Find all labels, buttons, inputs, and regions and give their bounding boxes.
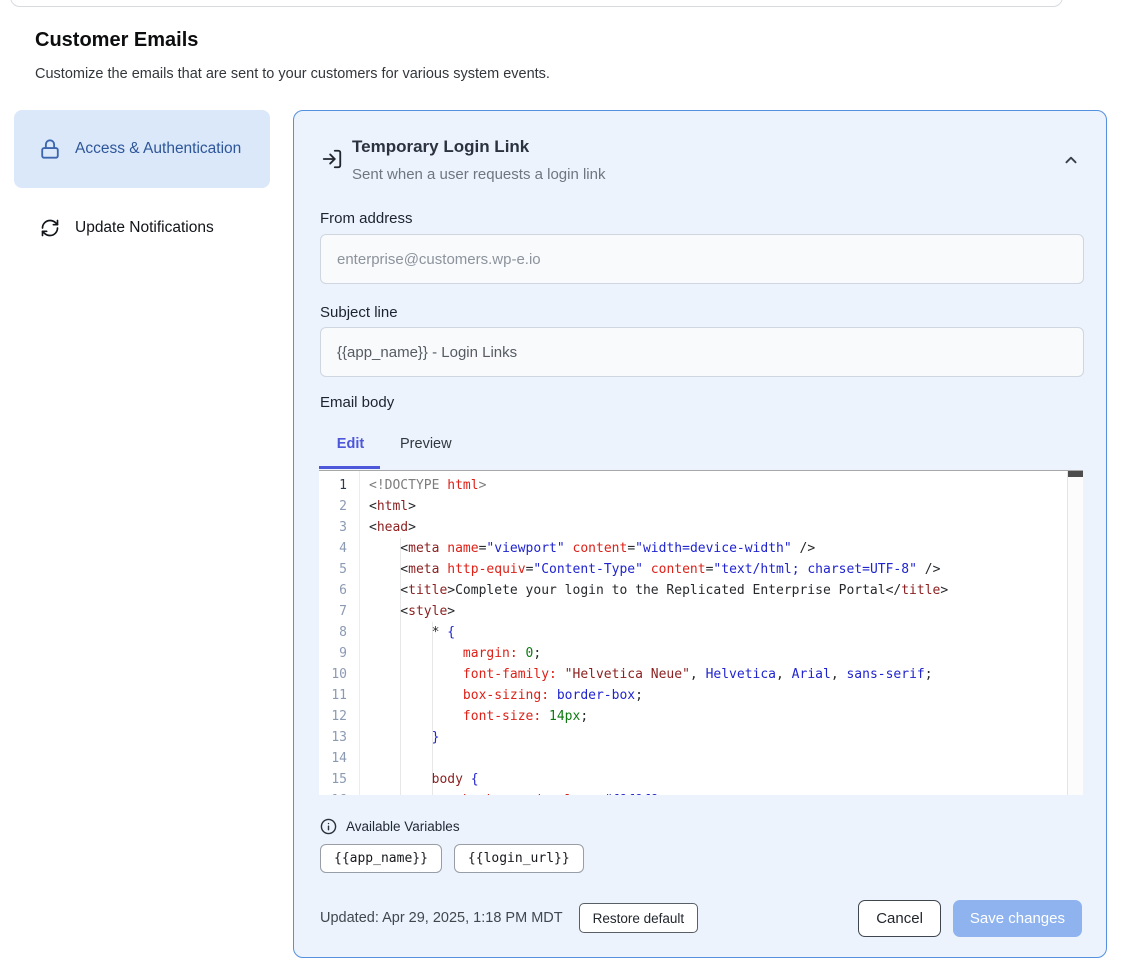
available-variables-label: Available Variables (346, 819, 460, 834)
code-line: 3<head> (319, 517, 1067, 538)
sidebar-item-update-notifications[interactable]: Update Notifications (14, 204, 270, 252)
sidebar-item-label: Update Notifications (75, 216, 247, 240)
line-number: 3 (319, 517, 347, 538)
chevron-up-icon[interactable] (1060, 149, 1082, 171)
code-line: 15 body { (319, 769, 1067, 790)
tab-preview[interactable]: Preview (400, 436, 452, 452)
subject-line-label: Subject line (320, 304, 398, 321)
line-number: 9 (319, 643, 347, 664)
code-line: 11 box-sizing: border-box; (319, 685, 1067, 706)
code-line: 1<!DOCTYPE html> (319, 475, 1067, 496)
page-subtitle: Customize the emails that are sent to yo… (35, 66, 550, 82)
code-line: 16 background-color: #f9f9f9; (319, 790, 1067, 795)
save-changes-button[interactable]: Save changes (953, 900, 1082, 937)
template-subtitle: Sent when a user requests a login link (352, 166, 605, 183)
code-line: 8 * { (319, 622, 1067, 643)
code-editor[interactable]: 1<!DOCTYPE html>2<html>3<head>4 <meta na… (319, 470, 1083, 795)
template-title: Temporary Login Link (352, 137, 529, 157)
line-number: 11 (319, 685, 347, 706)
line-number: 10 (319, 664, 347, 685)
line-number: 5 (319, 559, 347, 580)
log-in-icon (321, 148, 343, 170)
available-variables-row: Available Variables (320, 818, 460, 835)
code-line: 2<html> (319, 496, 1067, 517)
code-editor-lines: 1<!DOCTYPE html>2<html>3<head>4 <meta na… (319, 475, 1067, 795)
tab-edit[interactable]: Edit (320, 436, 381, 452)
active-tab-indicator (319, 466, 380, 469)
refresh-icon (38, 216, 62, 240)
line-number: 8 (319, 622, 347, 643)
code-line: 4 <meta name="viewport" content="width=d… (319, 538, 1067, 559)
line-number: 14 (319, 748, 347, 769)
code-line: 6 <title>Complete your login to the Repl… (319, 580, 1067, 601)
page-title: Customer Emails (35, 29, 198, 52)
line-number: 12 (319, 706, 347, 727)
editor-scrollbar[interactable] (1067, 471, 1083, 795)
updated-timestamp: Updated: Apr 29, 2025, 1:18 PM MDT (320, 910, 563, 926)
subject-line-input[interactable] (320, 327, 1084, 377)
lock-icon (38, 137, 62, 161)
line-number: 16 (319, 790, 347, 795)
line-number: 13 (319, 727, 347, 748)
sidebar-item-label: Access & Authentication (75, 137, 247, 161)
email-body-label: Email body (320, 394, 394, 411)
code-line: 9 margin: 0; (319, 643, 1067, 664)
editor-scrollbar-thumb[interactable] (1068, 471, 1083, 477)
info-icon (320, 818, 337, 835)
line-number: 15 (319, 769, 347, 790)
line-number: 7 (319, 601, 347, 622)
sidebar-item-access-authentication[interactable]: Access & Authentication (14, 110, 270, 188)
variable-chips: {{app_name}} {{login_url}} (320, 844, 584, 873)
code-line: 10 font-family: "Helvetica Neue", Helvet… (319, 664, 1067, 685)
sidebar: Access & Authentication Update Notificat… (14, 110, 270, 252)
cancel-button[interactable]: Cancel (858, 900, 941, 937)
email-template-panel: Temporary Login Link Sent when a user re… (293, 110, 1107, 958)
line-number: 6 (319, 580, 347, 601)
code-line: 14 (319, 748, 1067, 769)
variable-chip[interactable]: {{login_url}} (454, 844, 584, 873)
from-address-input[interactable] (320, 234, 1084, 284)
restore-default-button[interactable]: Restore default (579, 903, 699, 933)
code-line: 12 font-size: 14px; (319, 706, 1067, 727)
line-number: 1 (319, 475, 347, 496)
code-line: 7 <style> (319, 601, 1067, 622)
variable-chip[interactable]: {{app_name}} (320, 844, 442, 873)
code-line: 5 <meta http-equiv="Content-Type" conten… (319, 559, 1067, 580)
from-address-label: From address (320, 210, 413, 227)
line-number: 2 (319, 496, 347, 517)
line-number: 4 (319, 538, 347, 559)
previous-card-edge (10, 0, 1063, 7)
panel-footer: Updated: Apr 29, 2025, 1:18 PM MDT Resto… (320, 898, 1082, 938)
code-line: 13 } (319, 727, 1067, 748)
